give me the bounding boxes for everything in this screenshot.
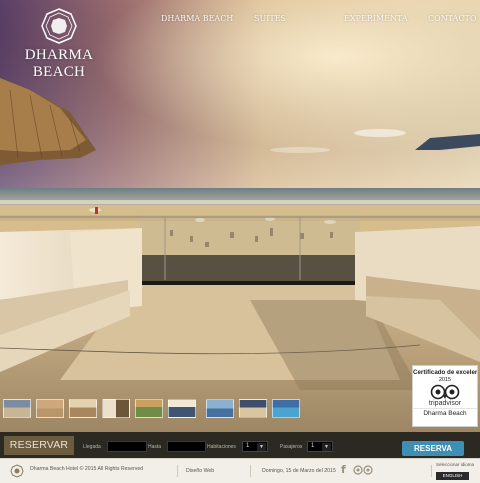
language-button[interactable]: ENGLISH [436, 472, 469, 480]
reserva-button[interactable]: RESERVA [402, 441, 464, 456]
pasajeros-select[interactable]: 1 ▼ [307, 441, 333, 452]
thumbnail[interactable] [239, 399, 267, 418]
owl-icon [430, 384, 460, 400]
badge-title: Certificado de excelencia [413, 369, 477, 376]
habitaciones-select[interactable]: 1 ▼ [242, 441, 268, 452]
tripadvisor-badge[interactable]: Certificado de excelencia 2015 tripadvis… [412, 365, 478, 427]
thumbnail[interactable] [102, 399, 130, 418]
llegada-date-input[interactable] [107, 441, 147, 452]
thumbnail[interactable] [272, 399, 300, 418]
habitaciones-value: 1 [246, 443, 250, 449]
dharma-footer-logo-icon [10, 464, 24, 478]
brand-name: DHARMA BEACH [24, 47, 94, 80]
nav-item-contacto[interactable]: CONTACTO [428, 14, 476, 23]
pasajeros-label: Pasajeros [280, 444, 303, 450]
llegada-label: Llegada [83, 444, 101, 450]
thumbnail[interactable] [206, 399, 234, 418]
copyright-text: Dharma Beach Hotel © 2015 All Rights Res… [30, 466, 144, 472]
habitaciones-label: Habitaciones [207, 444, 236, 450]
nav-item-experimenta[interactable]: EXPERIMENTA [344, 14, 408, 23]
footer: Dharma Beach Hotel © 2015 All Rights Res… [0, 458, 480, 483]
footer-divider [177, 465, 178, 477]
brand-logo[interactable]: DHARMA BEACH [6, 8, 112, 81]
nav-item-dharma-beach[interactable]: DHARMA BEACH [161, 14, 233, 23]
badge-provider: tripadvisor [428, 400, 462, 407]
tripadvisor-icon[interactable] [352, 465, 374, 475]
footer-divider [250, 465, 251, 477]
date-text: Domingo, 15 de Marzo del 2015 [262, 468, 336, 474]
page: DHARMA BEACH DHARMA BEACH SUITES EXPERIM… [0, 0, 480, 483]
thumbnail[interactable] [168, 399, 196, 418]
dharma-logo-icon [41, 8, 77, 44]
badge-year: 2015 [438, 377, 452, 383]
badge-hotel-name: Dharma Beach [413, 408, 477, 417]
chevron-down-icon: ▼ [257, 443, 266, 451]
hasta-label: Hasta [148, 444, 162, 450]
thumbnail[interactable] [135, 399, 163, 418]
booking-bar: RESERVAR Llegada Hasta Habitaciones 1 ▼ … [0, 432, 480, 458]
booking-title: RESERVAR [4, 436, 74, 455]
thumbnail[interactable] [36, 399, 64, 418]
language-label: Seleccionar idioma [436, 462, 475, 467]
thumbnail[interactable] [69, 399, 97, 418]
hasta-date-input[interactable] [167, 441, 206, 452]
footer-divider [431, 465, 432, 477]
nav-item-suites[interactable]: SUITES [254, 14, 286, 23]
web-design-link[interactable]: Diseño Web [186, 468, 214, 474]
thumbnail[interactable] [3, 399, 31, 418]
chevron-down-icon: ▼ [322, 443, 331, 451]
facebook-icon[interactable]: f [341, 463, 346, 476]
pasajeros-value: 1 [311, 443, 315, 449]
